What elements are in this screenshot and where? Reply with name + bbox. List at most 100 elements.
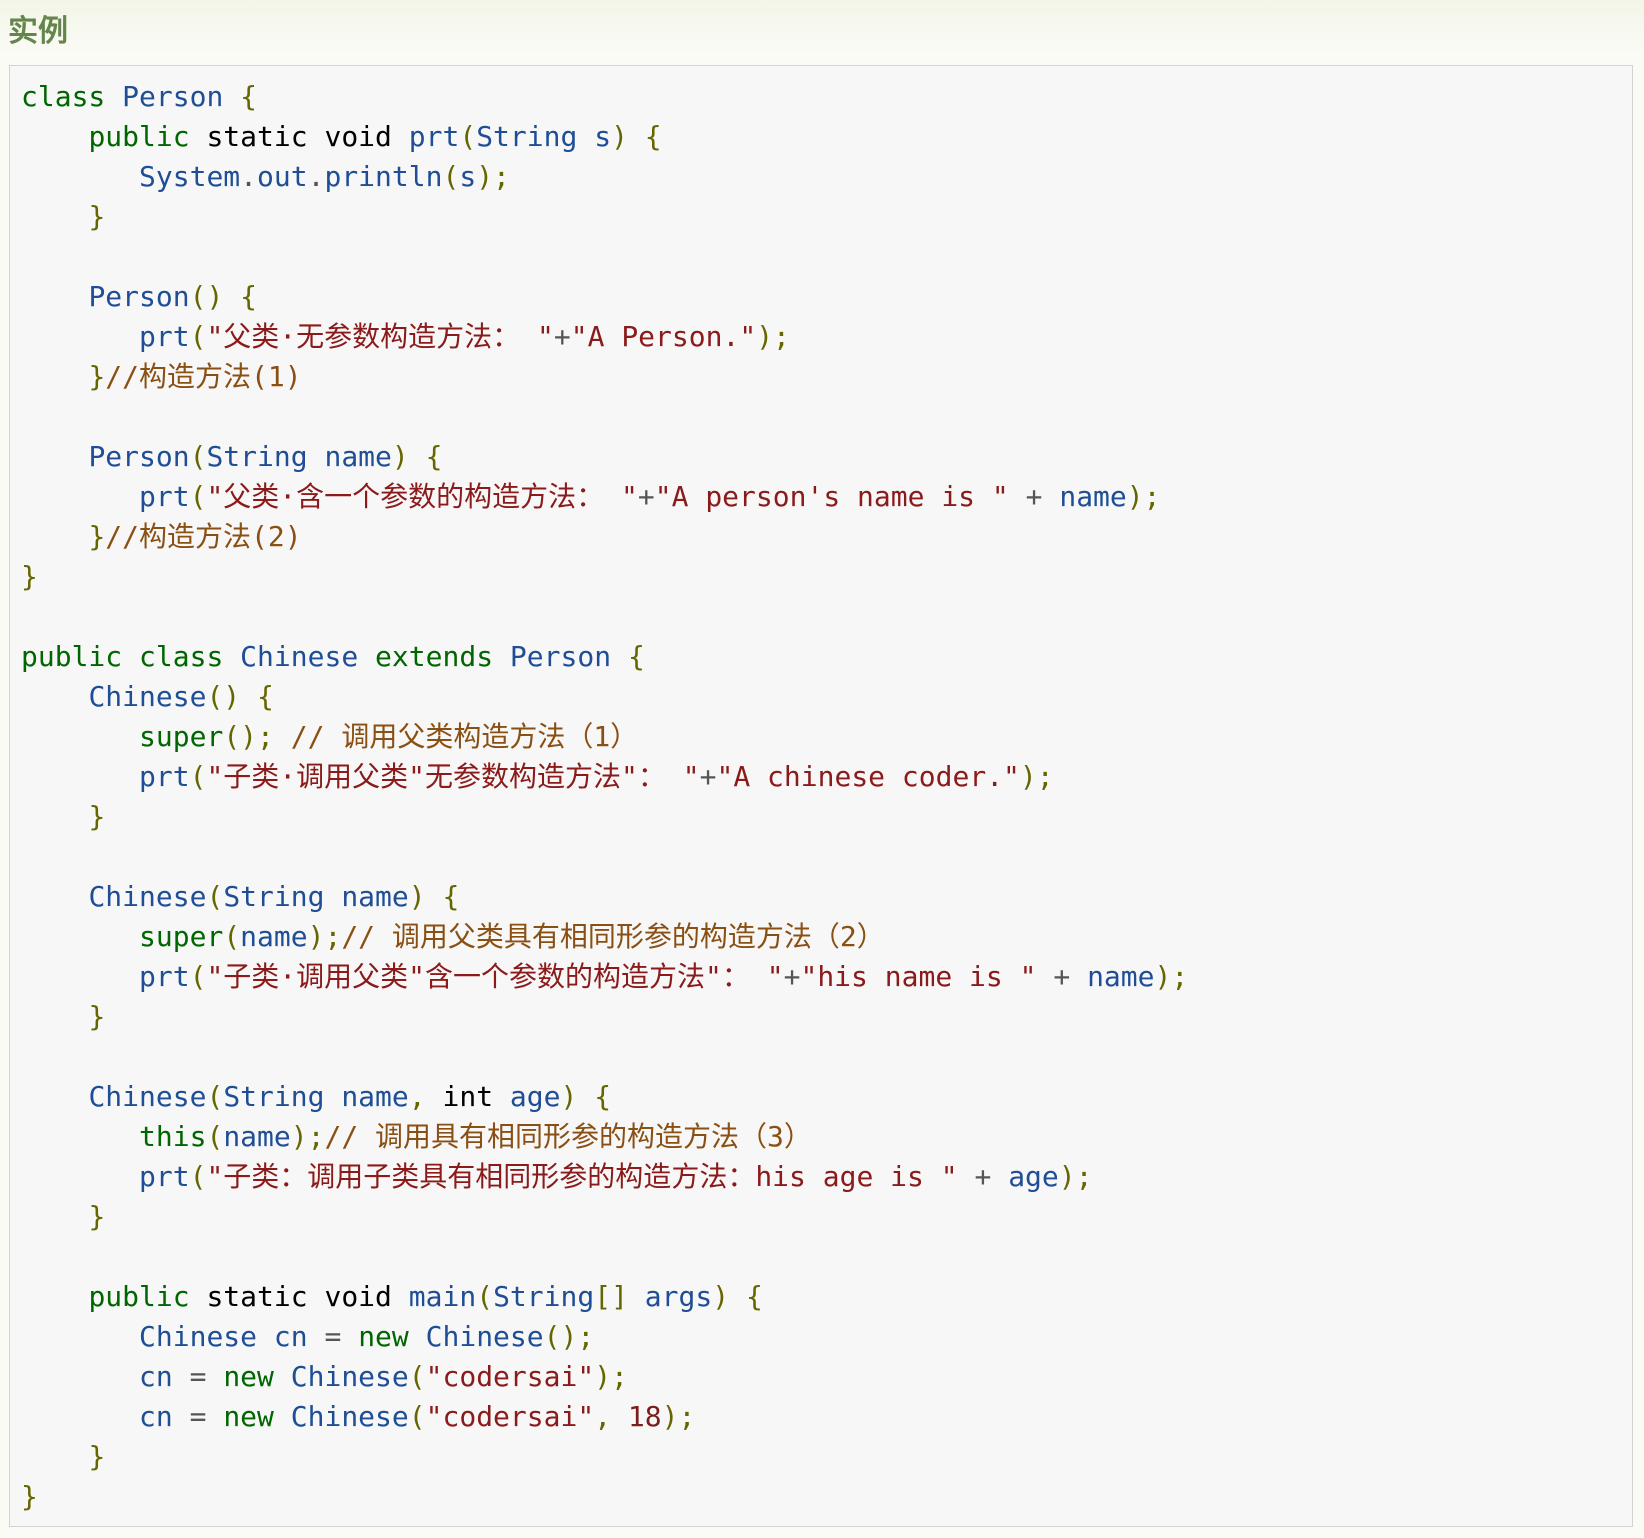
- code-line: }: [21, 1197, 1188, 1237]
- code-punctuation: (: [206, 880, 224, 913]
- code-line: prt("子类：调用子类具有相同形参的构造方法：his age is " + a…: [21, 1157, 1188, 1197]
- code-string: "子类·调用父类"无参数构造方法"： ": [206, 760, 700, 793]
- code-line: }: [21, 797, 1188, 837]
- code-keyword: new: [358, 1320, 409, 1353]
- code-operator: +: [1025, 480, 1043, 513]
- code-punctuation: }: [88, 360, 106, 393]
- code-keyword: public: [21, 640, 123, 673]
- code-punctuation: (: [189, 440, 207, 473]
- code-punctuation: (: [408, 1400, 426, 1433]
- code-identifier: age: [509, 1080, 561, 1113]
- code-identifier: name: [341, 1080, 409, 1113]
- code-identifier: name: [1087, 960, 1155, 993]
- code-punctuation: (: [476, 1280, 494, 1313]
- code-punctuation: {: [745, 1280, 763, 1313]
- code-keyword: class: [21, 80, 106, 113]
- code-punctuation: );: [476, 160, 510, 193]
- code-keyword: public: [88, 120, 190, 153]
- code-punctuation: );: [307, 920, 342, 953]
- example-block: 实例 class Person { public static void prt…: [0, 0, 1644, 1538]
- code-string: "子类·调用父类"含一个参数的构造方法"： ": [206, 960, 784, 993]
- code-identifier: cn: [139, 1400, 173, 1433]
- code-string: "A person's name is ": [654, 480, 1009, 513]
- code-punctuation: (: [206, 1120, 224, 1153]
- code-line: }: [21, 557, 1188, 597]
- code-line: this(name);// 调用具有相同形参的构造方法（3）: [21, 1117, 1188, 1157]
- code-identifier: name: [223, 1120, 291, 1153]
- code-comment: //构造方法(2): [105, 520, 302, 553]
- code-punctuation: (): [189, 280, 224, 313]
- code-punctuation: }: [21, 1480, 38, 1513]
- code-punctuation: {: [240, 280, 258, 313]
- code-keyword: public: [88, 1280, 190, 1313]
- code-punctuation: ();: [543, 1320, 595, 1353]
- code-string: "his name is ": [800, 960, 1037, 993]
- code-identifier: Chinese: [425, 1320, 544, 1353]
- code-string: "codersai": [425, 1360, 595, 1393]
- code-line: }: [21, 1477, 1188, 1517]
- code-line: prt("父类·无参数构造方法： "+"A Person.");: [21, 317, 1188, 357]
- code-operator: .: [240, 160, 258, 193]
- code-identifier: cn: [273, 1320, 308, 1353]
- code-punctuation: }: [88, 1200, 106, 1233]
- code-keyword: static: [206, 1280, 308, 1313]
- code-string: "A chinese coder.": [716, 760, 1020, 793]
- code-punctuation: );: [1058, 1160, 1093, 1193]
- code-punctuation: ): [408, 880, 426, 913]
- code-punctuation: );: [1154, 960, 1189, 993]
- code-punctuation: );: [594, 1360, 628, 1393]
- code-identifier: prt: [139, 1160, 190, 1193]
- code-identifier: Chinese: [88, 880, 207, 913]
- code-comment: // 调用父类构造方法（1）: [290, 720, 639, 753]
- code-line: }//构造方法(2): [21, 517, 1188, 557]
- code-string: "A Person.": [570, 320, 757, 353]
- code-identifier: name: [341, 880, 409, 913]
- code-comment: // 调用父类具有相同形参的构造方法（2）: [341, 920, 885, 953]
- code-keyword: new: [223, 1400, 274, 1433]
- code-keyword: this: [139, 1120, 207, 1153]
- code-punctuation: ): [391, 440, 409, 473]
- code-operator: +: [974, 1160, 992, 1193]
- code-keyword: super: [139, 720, 224, 753]
- code-punctuation: (: [223, 920, 241, 953]
- code-identifier: name: [1059, 480, 1127, 513]
